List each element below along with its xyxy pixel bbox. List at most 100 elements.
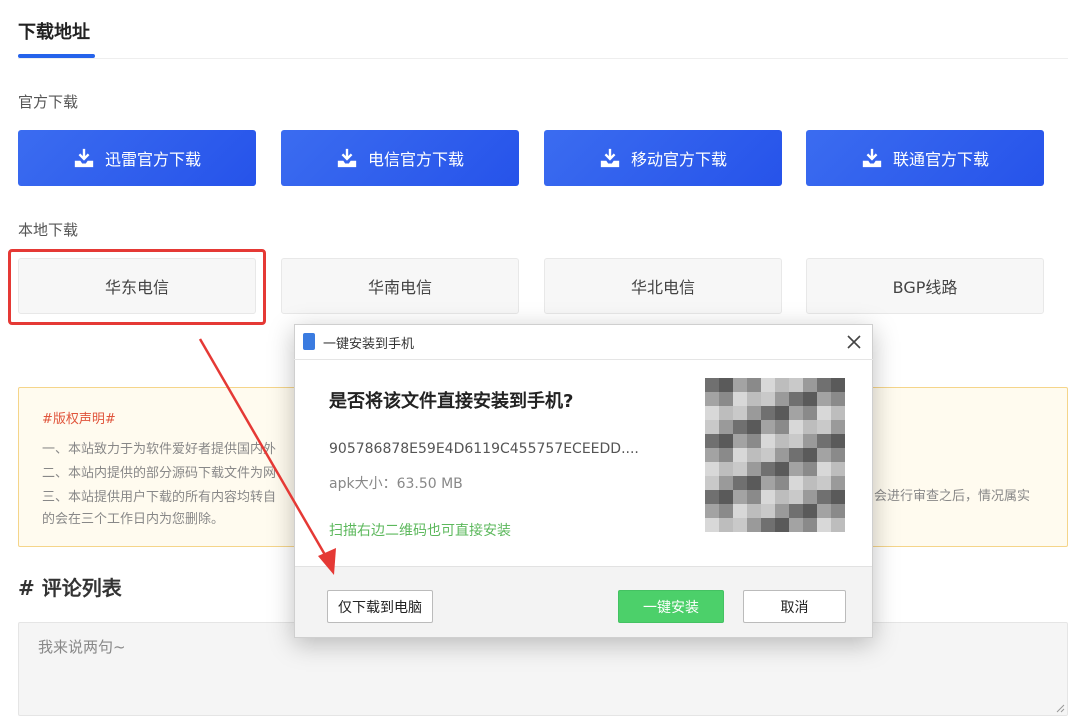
qr-cell: [789, 406, 803, 420]
qr-cell: [747, 490, 761, 504]
qr-cell: [831, 406, 845, 420]
bgp-line-button[interactable]: BGP线路: [806, 258, 1044, 314]
close-icon[interactable]: [845, 333, 863, 351]
qr-cell: [705, 476, 719, 490]
qr-cell: [747, 504, 761, 518]
notice-line-tail: 会进行审查之后，情况属实: [874, 489, 1031, 504]
qr-cell: [831, 378, 845, 392]
download-icon: [337, 148, 357, 168]
north-china-telecom-button[interactable]: 华北电信: [544, 258, 782, 314]
qr-cell: [775, 392, 789, 406]
qr-cell: [719, 448, 733, 462]
qr-cell: [789, 392, 803, 406]
qr-cell: [719, 378, 733, 392]
qr-cell: [705, 448, 719, 462]
qr-cell: [803, 518, 817, 532]
qr-cell: [775, 504, 789, 518]
local-download-label: 本地下载: [18, 221, 79, 239]
notice-title: #版权声明#: [42, 412, 116, 427]
qr-cell: [747, 518, 761, 532]
qr-cell: [803, 504, 817, 518]
qr-cell: [789, 378, 803, 392]
qr-cell: [719, 504, 733, 518]
qr-cell: [817, 504, 831, 518]
qr-cell: [761, 476, 775, 490]
qr-cell: [789, 462, 803, 476]
button-label: 电信官方下载: [367, 150, 464, 169]
button-label: 移动官方下载: [630, 150, 727, 169]
qr-cell: [719, 518, 733, 532]
qr-cell: [817, 518, 831, 532]
one-click-install-button[interactable]: 一键安装: [618, 590, 724, 623]
tab-divider: [18, 58, 1068, 59]
qr-cell: [719, 420, 733, 434]
qr-cell: [733, 490, 747, 504]
qr-cell: [775, 518, 789, 532]
comment-list-title: # 评论列表: [18, 576, 122, 600]
qr-cell: [719, 392, 733, 406]
qr-cell: [817, 476, 831, 490]
qr-cell: [831, 448, 845, 462]
qr-cell: [761, 420, 775, 434]
qr-cell: [747, 378, 761, 392]
qr-cell: [705, 406, 719, 420]
download-icon: [74, 148, 94, 168]
qr-cell: [817, 448, 831, 462]
qr-cell: [705, 434, 719, 448]
qr-cell: [733, 420, 747, 434]
notice-line: 三、本站提供用户下载的所有内容均转自: [42, 490, 277, 505]
qr-cell: [733, 434, 747, 448]
qr-cell: [719, 406, 733, 420]
qr-cell: [733, 392, 747, 406]
button-label: 迅雷官方下载: [104, 150, 201, 169]
qr-scan-tip: 扫描右边二维码也可直接安装: [329, 523, 511, 539]
qr-cell: [761, 462, 775, 476]
qr-cell: [705, 490, 719, 504]
notice-line-end: 的会在三个工作日内为您删除。: [42, 512, 225, 527]
download-icon: [600, 148, 620, 168]
button-label: 联通官方下载: [892, 150, 989, 169]
comment-placeholder: 我来说两句~: [38, 638, 126, 656]
qr-cell: [747, 434, 761, 448]
qr-cell: [803, 490, 817, 504]
qr-cell: [747, 448, 761, 462]
qr-cell: [705, 420, 719, 434]
mobile-official-download-button[interactable]: 移动官方下载: [544, 130, 782, 186]
qr-cell: [831, 434, 845, 448]
qr-cell: [733, 448, 747, 462]
resize-handle-icon[interactable]: [1055, 703, 1065, 713]
phone-icon: [303, 333, 315, 350]
qr-cell: [761, 392, 775, 406]
qr-cell: [747, 392, 761, 406]
qr-cell: [747, 406, 761, 420]
qr-cell: [705, 378, 719, 392]
qr-cell: [831, 518, 845, 532]
tab-download-address[interactable]: 下载地址: [18, 18, 90, 44]
unicom-official-download-button[interactable]: 联通官方下载: [806, 130, 1044, 186]
south-china-telecom-button[interactable]: 华南电信: [281, 258, 519, 314]
qr-cell: [719, 462, 733, 476]
xunlei-official-download-button[interactable]: 迅雷官方下载: [18, 130, 256, 186]
qr-cell: [705, 462, 719, 476]
annotation-highlight-box: [8, 249, 266, 325]
qr-cell: [775, 476, 789, 490]
cancel-button[interactable]: 取消: [743, 590, 846, 623]
qr-cell: [775, 448, 789, 462]
notice-line: 一、本站致力于为软件爱好者提供国内外: [42, 442, 277, 457]
qr-cell: [719, 434, 733, 448]
qr-cell: [817, 462, 831, 476]
telecom-official-download-button[interactable]: 电信官方下载: [281, 130, 519, 186]
qr-cell: [803, 420, 817, 434]
qr-cell: [831, 476, 845, 490]
qr-cell: [817, 490, 831, 504]
qr-cell: [789, 434, 803, 448]
qr-cell: [747, 420, 761, 434]
qr-code: [705, 378, 845, 532]
qr-cell: [761, 504, 775, 518]
qr-cell: [733, 504, 747, 518]
download-to-pc-button[interactable]: 仅下载到电脑: [327, 590, 433, 623]
qr-cell: [761, 448, 775, 462]
official-download-label: 官方下载: [18, 93, 79, 111]
qr-cell: [705, 392, 719, 406]
dialog-title: 一键安装到手机: [323, 337, 415, 352]
